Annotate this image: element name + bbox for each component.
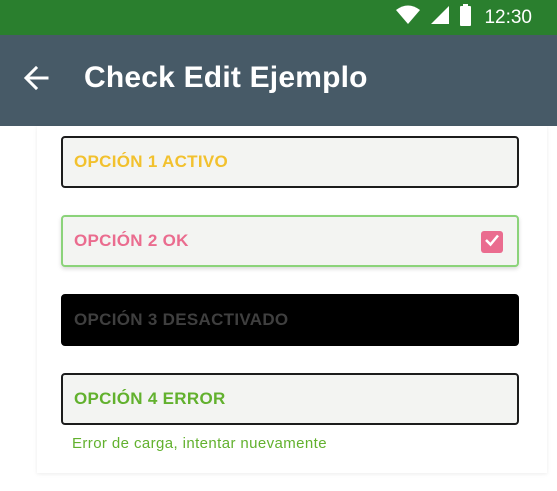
option-2-field[interactable]: OPCIÓN 2 OK (61, 215, 519, 267)
option-4-label: OPCIÓN 4 ERROR (74, 389, 226, 408)
option-1-field[interactable]: OPCIÓN 1 ACTIVO (61, 136, 519, 188)
option-2-checkbox[interactable] (481, 231, 503, 253)
page-title: Check Edit Ejemplo (84, 61, 368, 94)
option-1-label: OPCIÓN 1 ACTIVO (74, 152, 229, 171)
option-4-field[interactable]: OPCIÓN 4 ERROR (61, 373, 519, 425)
app-bar: Check Edit Ejemplo (0, 35, 557, 126)
option-3-field: OPCIÓN 3 DESACTIVADO (61, 294, 519, 346)
option-2-label: OPCIÓN 2 OK (74, 231, 189, 250)
status-time: 12:30 (484, 6, 532, 28)
back-button[interactable] (22, 65, 50, 96)
battery-icon (459, 4, 472, 31)
option-3-label: OPCIÓN 3 DESACTIVADO (74, 310, 289, 329)
status-icons: 12:30 (395, 0, 532, 35)
arrow-back-icon (23, 65, 49, 96)
option-4-error-text: Error de carga, intentar nuevamente (72, 435, 327, 452)
wifi-icon (395, 4, 421, 31)
status-bar: 12:30 (0, 0, 557, 35)
signal-icon (429, 4, 451, 31)
checkmark-icon (483, 231, 501, 254)
options-card: OPCIÓN 1 ACTIVO OPCIÓN 2 OK OPCIÓN 3 DES… (37, 126, 547, 473)
